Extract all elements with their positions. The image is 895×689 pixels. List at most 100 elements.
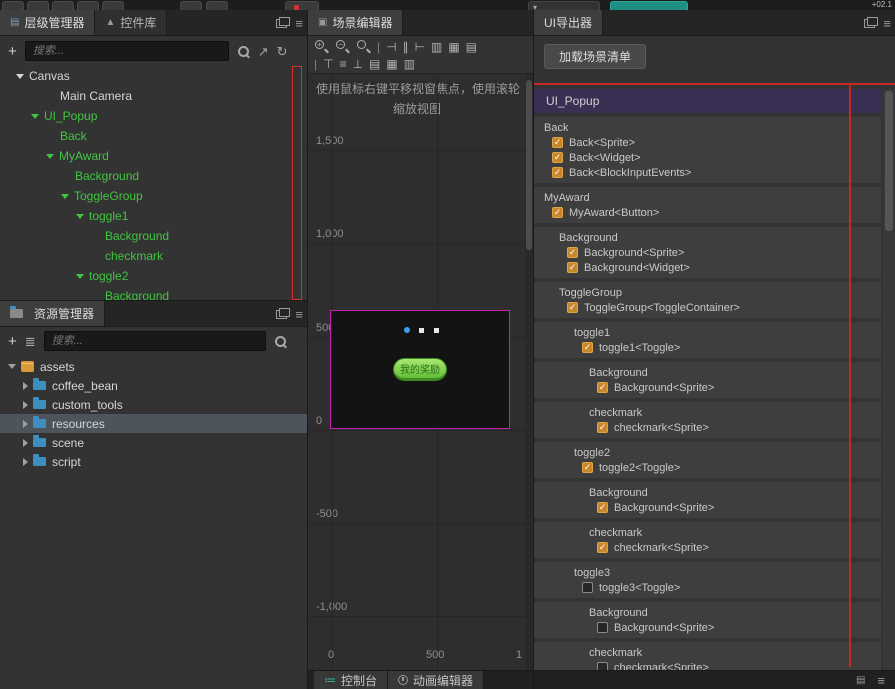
toggle2-box[interactable] <box>419 328 424 333</box>
export-checkbox[interactable]: ✓ <box>567 302 578 313</box>
top-tool-button-6[interactable] <box>180 1 202 10</box>
distribute-left-icon[interactable]: ▥ <box>431 41 442 53</box>
expand-arrow-icon[interactable] <box>16 74 24 79</box>
asset-node-custom_tools[interactable]: custom_tools <box>0 395 307 414</box>
align-top-icon[interactable]: ⊤ <box>323 58 333 70</box>
hierarchy-node-background[interactable]: Background <box>0 226 307 246</box>
hierarchy-node-background[interactable]: Background <box>0 166 307 186</box>
hierarchy-node-background[interactable]: Background <box>0 286 307 300</box>
distribute-bottom-icon[interactable]: ▥ <box>404 58 415 70</box>
zoom-fit-icon[interactable] <box>356 39 371 54</box>
align-bottom-icon[interactable]: ⊥ <box>353 58 363 70</box>
hierarchy-node-toggle1[interactable]: toggle1 <box>0 206 307 226</box>
panel-menu-icon[interactable]: ≡ <box>295 308 303 321</box>
hierarchy-node-togglegroup[interactable]: ToggleGroup <box>0 186 307 206</box>
hierarchy-node-toggle2[interactable]: toggle2 <box>0 266 307 286</box>
exporter-scrollbar[interactable] <box>883 89 895 670</box>
add-asset-icon[interactable]: + <box>8 334 17 349</box>
export-checkbox[interactable]: ✓ <box>552 167 563 178</box>
expand-arrow-icon[interactable] <box>76 214 84 219</box>
expand-arrow-icon[interactable] <box>23 382 28 390</box>
asset-node-coffee_bean[interactable]: coffee_bean <box>0 376 307 395</box>
export-checkbox[interactable]: ✓ <box>567 262 578 273</box>
scene-vertical-scrollbar[interactable] <box>525 74 533 670</box>
export-checkbox[interactable]: ✓ <box>597 422 608 433</box>
tab-assets[interactable]: 资源管理器 <box>0 301 105 326</box>
toggle3-box[interactable] <box>434 328 439 333</box>
expand-all-icon[interactable]: ↗ <box>258 45 269 58</box>
preview-button[interactable] <box>610 1 688 10</box>
float-panel-icon[interactable] <box>864 19 875 28</box>
add-node-icon[interactable]: + <box>8 44 17 59</box>
export-checkbox[interactable]: ✓ <box>552 137 563 148</box>
search-icon[interactable] <box>237 45 250 58</box>
export-checkbox[interactable]: ✓ <box>597 502 608 513</box>
my-award-button[interactable]: 我的奖励 <box>393 358 447 381</box>
float-panel-icon[interactable] <box>276 310 287 319</box>
asset-node-resources[interactable]: resources <box>0 414 307 433</box>
top-tool-button-record[interactable] <box>285 1 319 10</box>
top-dropdown[interactable]: ▾ <box>528 1 600 10</box>
hierarchy-node-myaward[interactable]: MyAward <box>0 146 307 166</box>
tab-widget-library[interactable]: ▲ 控件库 <box>95 10 167 35</box>
search-icon[interactable] <box>274 335 287 348</box>
align-left-icon[interactable]: ⊣ <box>386 41 396 53</box>
asset-node-script[interactable]: script <box>0 452 307 471</box>
top-tool-button-4[interactable] <box>77 1 99 10</box>
distribute-h-center-icon[interactable]: ▦ <box>448 41 459 53</box>
export-checkbox[interactable]: ✓ <box>582 462 593 473</box>
export-checkbox[interactable]: ✓ <box>552 207 563 218</box>
expand-arrow-icon[interactable] <box>23 420 28 428</box>
scene-viewport[interactable]: 使用鼠标右键平移视窗焦点，使用滚轮 缩放视图 1,5001,0005000-50… <box>308 74 526 670</box>
footer-list-icon[interactable]: ▤ <box>856 675 865 686</box>
export-checkbox[interactable] <box>597 622 608 633</box>
expand-arrow-icon[interactable] <box>23 458 28 466</box>
toggle1-check-dot[interactable] <box>404 327 410 333</box>
top-tool-button-7[interactable] <box>206 1 228 10</box>
expand-arrow-icon[interactable] <box>61 194 69 199</box>
align-h-center-icon[interactable]: ∥ <box>403 41 409 53</box>
float-panel-icon[interactable] <box>276 19 287 28</box>
panel-menu-icon[interactable]: ≡ <box>295 17 303 30</box>
assets-search-input[interactable] <box>44 331 266 351</box>
hierarchy-node-checkmark[interactable]: checkmark <box>0 246 307 266</box>
tab-hierarchy[interactable]: ▤ 层级管理器 <box>0 10 95 35</box>
top-tool-button-5[interactable] <box>102 1 124 10</box>
hierarchy-node-main-camera[interactable]: Main Camera <box>0 86 307 106</box>
export-checkbox[interactable]: ✓ <box>582 342 593 353</box>
asset-node-scene[interactable]: scene <box>0 433 307 452</box>
top-tool-button-2[interactable] <box>27 1 49 10</box>
top-tool-button-1[interactable] <box>2 1 24 10</box>
hierarchy-scrollbar-highlight[interactable] <box>292 66 302 300</box>
export-checkbox[interactable] <box>582 582 593 593</box>
footer-menu-icon[interactable]: ≡ <box>877 674 885 687</box>
export-checkbox[interactable]: ✓ <box>597 382 608 393</box>
distribute-v-center-icon[interactable]: ▦ <box>386 58 397 70</box>
align-right-icon[interactable]: ⊢ <box>415 41 425 53</box>
distribute-top-icon[interactable]: ▤ <box>369 58 380 70</box>
export-checkbox[interactable]: ✓ <box>597 542 608 553</box>
scrollbar-thumb[interactable] <box>885 91 893 231</box>
expand-arrow-icon[interactable] <box>31 114 39 119</box>
export-checkbox[interactable]: ✓ <box>567 247 578 258</box>
scrollbar-thumb[interactable] <box>526 80 532 250</box>
top-tool-button-3[interactable] <box>52 1 74 10</box>
expand-arrow-icon[interactable] <box>76 274 84 279</box>
align-v-center-icon[interactable]: ≡ <box>340 58 347 70</box>
zoom-in-icon[interactable]: + <box>314 39 329 54</box>
exporter-root-header[interactable]: UI_Popup <box>534 89 881 113</box>
tab-console[interactable]: ≔ 控制台 <box>314 671 388 689</box>
tab-ui-exporter[interactable]: UI导出器 <box>534 10 603 35</box>
expand-arrow-icon[interactable] <box>23 401 28 409</box>
hierarchy-node-back[interactable]: Back <box>0 126 307 146</box>
zoom-out-icon[interactable]: − <box>335 39 350 54</box>
sort-icon[interactable]: ≣ <box>25 335 36 348</box>
distribute-right-icon[interactable]: ▤ <box>466 41 477 53</box>
design-resolution-frame[interactable]: 我的奖励 <box>330 310 510 429</box>
hierarchy-node-ui_popup[interactable]: UI_Popup <box>0 106 307 126</box>
hierarchy-search-input[interactable] <box>25 41 229 61</box>
refresh-icon[interactable]: ↻ <box>277 45 288 58</box>
tab-animation-editor[interactable]: 动画编辑器 <box>388 671 484 689</box>
hierarchy-node-canvas[interactable]: Canvas <box>0 66 307 86</box>
export-checkbox[interactable]: ✓ <box>552 152 563 163</box>
